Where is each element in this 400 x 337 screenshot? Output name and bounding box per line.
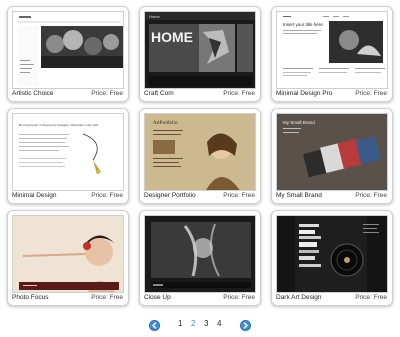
template-thumbnail[interactable]: [276, 215, 388, 293]
template-name: Minimal Design Pro: [276, 90, 333, 97]
thumbnail-dark-art-design: [277, 216, 387, 292]
template-card-dark-art-design[interactable]: Dark Art Design Price: Free: [271, 210, 393, 306]
template-thumbnail[interactable]: [144, 215, 256, 293]
template-name: Photo Focus: [12, 294, 49, 301]
template-price: Price: Free: [355, 90, 387, 97]
template-card-my-small-brand[interactable]: My Small Brand My Small Brand Price: Fre…: [271, 108, 393, 204]
thumb-heading-text: Hi everybody! I am jewelry designer. Wel…: [19, 123, 99, 127]
template-price: Price: Free: [223, 294, 255, 301]
template-price: Price: Free: [91, 294, 123, 301]
thumbnail-artistic-choice: [13, 12, 123, 88]
template-card-artistic-choice[interactable]: Artistic Choice Price: Free: [7, 6, 129, 102]
template-card-designer-portfolio[interactable]: ArtPortfolio Designer Portfolio Price: F…: [139, 108, 261, 204]
thumb-heading-text: ArtPortfolio: [153, 121, 178, 126]
template-thumbnail[interactable]: [12, 215, 124, 293]
template-thumbnail[interactable]: [12, 11, 124, 89]
thumb-nav-text: Home: [149, 14, 160, 19]
thumb-heading-text: My Small Brand: [283, 120, 315, 125]
template-thumbnail[interactable]: ArtPortfolio: [144, 113, 256, 191]
thumbnail-minimal-design-pro: Insert your title here: [277, 12, 387, 88]
template-name: Close Up: [144, 294, 171, 301]
page-link-4[interactable]: 4: [217, 319, 221, 328]
thumbnail-close-up: [145, 216, 255, 292]
arrow-right-icon: [243, 322, 248, 329]
page-link-3[interactable]: 3: [204, 319, 208, 328]
template-thumbnail[interactable]: Hi everybody! I am jewelry designer. Wel…: [12, 113, 124, 191]
prev-page-button[interactable]: [149, 320, 160, 331]
page-link-1[interactable]: 1: [178, 319, 182, 328]
pagination: 1 2 3 4: [0, 319, 400, 333]
template-name: Minimal Design: [12, 192, 57, 199]
template-gallery: Artistic Choice Price: Free Home HOME Cr…: [4, 3, 396, 306]
thumbnail-photo-focus: [13, 216, 123, 292]
template-card-minimal-design[interactable]: Hi everybody! I am jewelry designer. Wel…: [7, 108, 129, 204]
template-name: Designer Portfolio: [144, 192, 196, 199]
template-price: Price: Free: [355, 294, 387, 301]
template-card-minimal-design-pro[interactable]: Insert your title here Minimal Design Pr…: [271, 6, 393, 102]
template-name: Artistic Choice: [12, 90, 54, 97]
thumbnail-minimal-design: Hi everybody! I am jewelry designer. Wel…: [13, 114, 123, 190]
template-card-close-up[interactable]: Close Up Price: Free: [139, 210, 261, 306]
thumb-logo-text: HOME: [151, 29, 193, 45]
thumbnail-craft-com: Home HOME: [145, 12, 255, 88]
thumbnail-my-small-brand: My Small Brand: [277, 114, 387, 190]
template-price: Price: Free: [91, 192, 123, 199]
template-price: Price: Free: [355, 192, 387, 199]
thumbnail-designer-portfolio: ArtPortfolio: [145, 114, 255, 190]
template-thumbnail[interactable]: My Small Brand: [276, 113, 388, 191]
template-thumbnail[interactable]: Insert your title here: [276, 11, 388, 89]
template-name: My Small Brand: [276, 192, 322, 199]
template-card-photo-focus[interactable]: Photo Focus Price: Free: [7, 210, 129, 306]
template-name: Dark Art Design: [276, 294, 322, 301]
template-price: Price: Free: [223, 192, 255, 199]
template-price: Price: Free: [223, 90, 255, 97]
page-link-2-current[interactable]: 2: [191, 319, 195, 328]
template-price: Price: Free: [91, 90, 123, 97]
template-thumbnail[interactable]: Home HOME: [144, 11, 256, 89]
next-page-button[interactable]: [240, 320, 251, 331]
template-name: Craft Com: [144, 90, 174, 97]
template-card-craft-com[interactable]: Home HOME Craft Com Price: Free: [139, 6, 261, 102]
thumb-heading-text: Insert your title here: [283, 22, 323, 27]
arrow-left-icon: [152, 322, 157, 329]
